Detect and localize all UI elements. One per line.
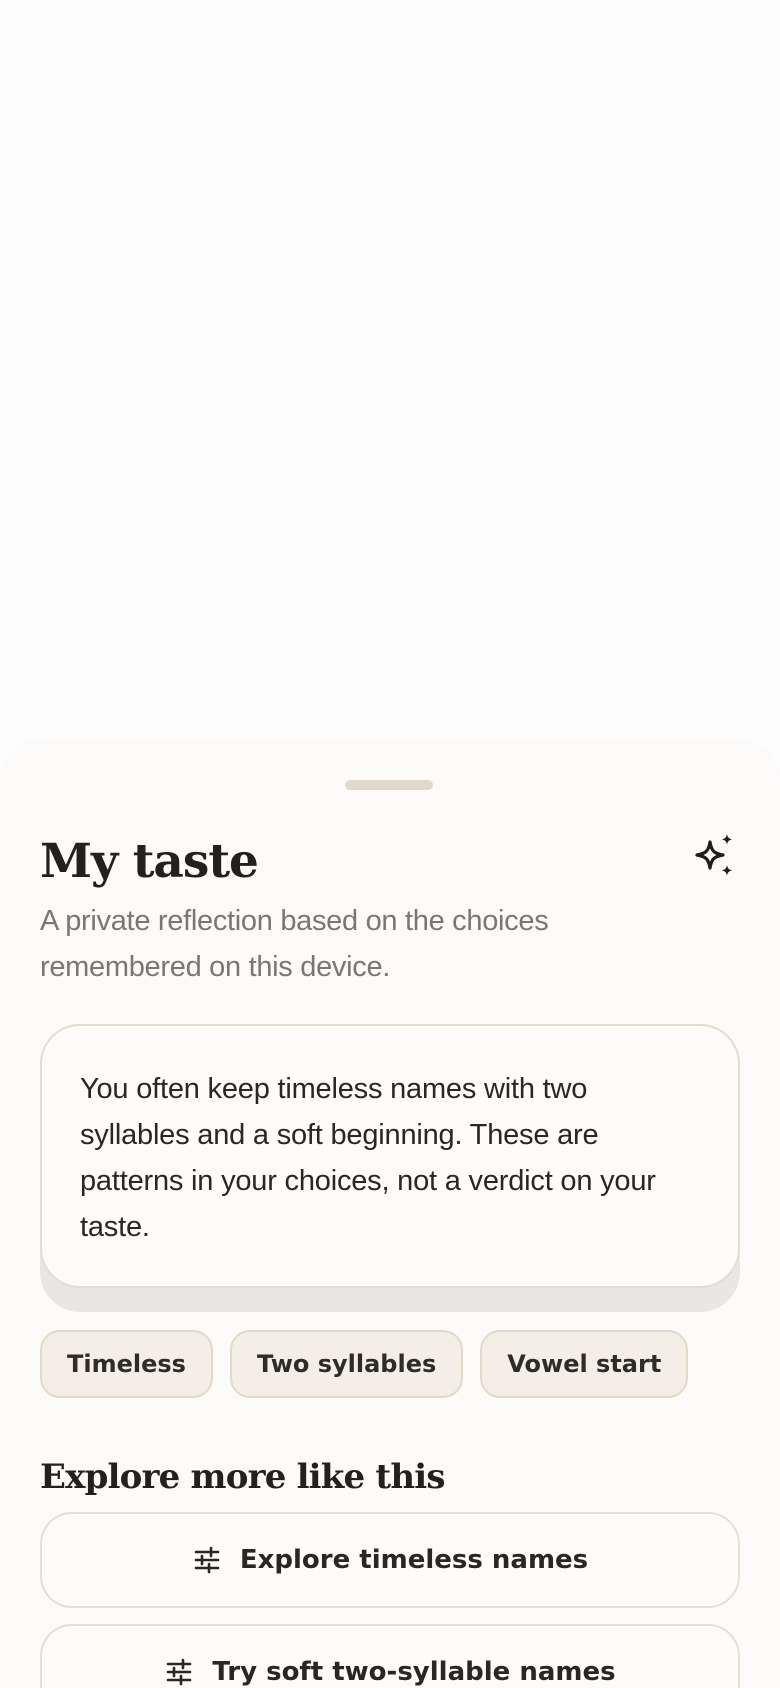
sheet-title: My taste bbox=[40, 834, 259, 889]
taste-tags: Timeless Two syllables Vowel start bbox=[40, 1330, 689, 1398]
tag-two-syllables[interactable]: Two syllables bbox=[229, 1330, 464, 1398]
sliders-icon bbox=[164, 1657, 194, 1687]
taste-bottom-sheet: My taste A private reflection based on t… bbox=[0, 738, 780, 1688]
explore-timeless-label: Explore timeless names bbox=[239, 1545, 589, 1575]
sheet-grabber[interactable] bbox=[345, 780, 433, 790]
insight-text: You often keep timeless names with two s… bbox=[80, 1073, 656, 1243]
sparkles-icon bbox=[690, 834, 740, 884]
try-soft-two-syllable-button[interactable]: Try soft two-syllable names bbox=[40, 1624, 740, 1688]
insight-card-shadow: You often keep timeless names with two s… bbox=[40, 1024, 740, 1312]
tag-vowel-start[interactable]: Vowel start bbox=[480, 1330, 689, 1398]
sliders-icon bbox=[192, 1545, 222, 1575]
try-soft-two-syllable-label: Try soft two-syllable names bbox=[212, 1657, 616, 1687]
insight-card: You often keep timeless names with two s… bbox=[40, 1024, 740, 1288]
explore-timeless-button[interactable]: Explore timeless names bbox=[40, 1512, 740, 1608]
explore-section-title: Explore more like this bbox=[40, 1457, 446, 1497]
tag-timeless[interactable]: Timeless bbox=[40, 1330, 213, 1398]
sheet-subtitle: A private reflection based on the choice… bbox=[40, 905, 549, 983]
